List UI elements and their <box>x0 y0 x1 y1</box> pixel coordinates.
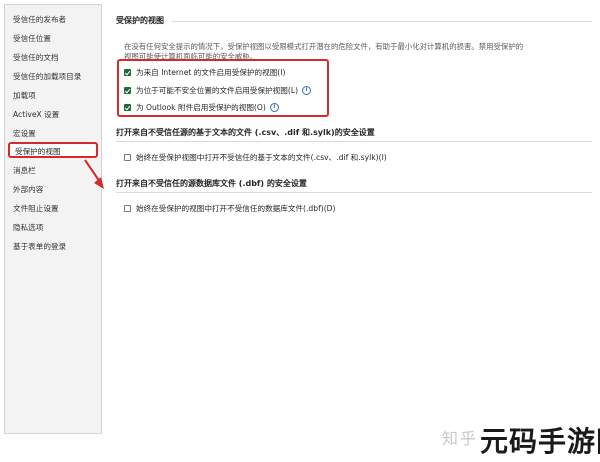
sidebar-item-addins[interactable]: 加载项 <box>13 91 36 101</box>
sidebar-item-activex-settings[interactable]: ActiveX 设置 <box>13 110 59 120</box>
zhihu-watermark: 知乎 <box>442 429 479 448</box>
sidebar-item-protected-view[interactable]: 受保护的视图 <box>8 142 98 158</box>
description-line: 在没有任何安全提示的情况下，受保护视图以受限模式打开潜在的危险文件，有助于最小化… <box>124 42 524 51</box>
annotation-highlight-box <box>117 59 329 117</box>
trust-center-sidebar: 受信任的发布者 受信任位置 受信任的文档 受信任的加载项目录 加载项 Activ… <box>4 4 102 434</box>
text-files-heading: 打开来自不受信任源的基于文本的文件 (.csv、.dif 和.sylk)的安全设… <box>116 128 375 137</box>
sidebar-item-macro-settings[interactable]: 宏设置 <box>13 129 36 139</box>
section-divider <box>116 141 592 142</box>
sidebar-item-file-block-settings[interactable]: 文件阻止设置 <box>13 204 59 214</box>
sidebar-item-message-bar[interactable]: 消息栏 <box>13 166 36 176</box>
site-logo-watermark: 元码手游网 <box>480 425 600 458</box>
sidebar-item-trusted-documents[interactable]: 受信任的文档 <box>13 53 59 63</box>
sidebar-item-trusted-addin-catalogs[interactable]: 受信任的加载项目录 <box>13 72 81 82</box>
checkbox-unchecked[interactable] <box>124 154 131 161</box>
sidebar-item-external-content[interactable]: 外部内容 <box>13 185 43 195</box>
sidebar-item-trusted-locations[interactable]: 受信任位置 <box>13 34 51 44</box>
option-label: 始终在受保护的视图中打开不受信任的数据库文件(.dbf)(D) <box>136 204 336 213</box>
sidebar-item-trusted-publishers[interactable]: 受信任的发布者 <box>13 15 66 25</box>
option-label: 始终在受保护视图中打开不受信任的基于文本的文件(.csv、.dif 和.sylk… <box>136 153 387 162</box>
section-divider <box>172 21 592 22</box>
protected-view-heading: 受保护的视图 <box>116 16 164 25</box>
dbf-files-heading: 打开来自不受信任的源数据库文件 (.dbf) 的安全设置 <box>116 179 307 188</box>
sidebar-item-privacy-options[interactable]: 隐私选项 <box>13 223 43 233</box>
checkbox-unchecked[interactable] <box>124 205 131 212</box>
section-divider <box>116 192 592 193</box>
option-text-files-protected[interactable]: 始终在受保护视图中打开不受信任的基于文本的文件(.csv、.dif 和.sylk… <box>124 152 387 163</box>
sidebar-item-form-based-signin[interactable]: 基于表单的登录 <box>13 242 66 252</box>
option-dbf-files-protected[interactable]: 始终在受保护的视图中打开不受信任的数据库文件(.dbf)(D) <box>124 203 336 214</box>
